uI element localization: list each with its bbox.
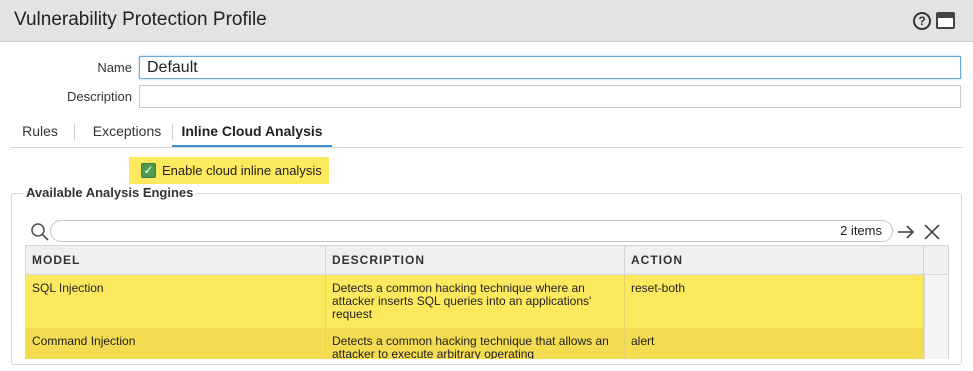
close-icon[interactable]: [922, 222, 942, 242]
arrow-right-icon[interactable]: [896, 222, 916, 242]
maximize-window-icon[interactable]: [936, 12, 955, 29]
search-input[interactable]: 2 items: [50, 220, 893, 242]
cell-model[interactable]: SQL Injection: [26, 275, 326, 328]
cell-description: Detects a common hacking technique where…: [326, 275, 625, 328]
cell-model[interactable]: Command Injection: [26, 328, 326, 359]
table-header: MODEL DESCRIPTION ACTION: [26, 246, 948, 275]
table-scrollbar-gutter[interactable]: [924, 275, 948, 359]
column-header-model[interactable]: MODEL: [26, 246, 326, 275]
cell-action[interactable]: alert: [625, 328, 924, 359]
dialog-title: Vulnerability Protection Profile: [14, 9, 267, 30]
tab-exceptions[interactable]: Exceptions: [82, 118, 172, 147]
table-row[interactable]: Command Injection Detects a common hacki…: [26, 328, 924, 359]
tab-bar: Rules Exceptions Inline Cloud Analysis: [10, 118, 963, 148]
column-header-description[interactable]: DESCRIPTION: [326, 246, 625, 275]
enable-cloud-analysis-checkbox[interactable]: ✓: [141, 163, 156, 178]
name-label: Name: [97, 60, 132, 75]
enable-cloud-analysis-row[interactable]: ✓ Enable cloud inline analysis: [129, 157, 329, 184]
engines-table: MODEL DESCRIPTION ACTION SQL Injection D…: [25, 245, 949, 359]
description-label: Description: [66, 89, 132, 104]
help-icon[interactable]: ?: [913, 12, 931, 30]
table-row[interactable]: SQL Injection Detects a common hacking t…: [26, 275, 924, 328]
items-count: 2 items: [840, 223, 882, 238]
tab-inline-cloud-analysis[interactable]: Inline Cloud Analysis: [172, 118, 332, 147]
name-input[interactable]: [139, 56, 961, 79]
description-input[interactable]: [139, 85, 961, 108]
search-icon: [31, 223, 49, 241]
enable-cloud-analysis-label: Enable cloud inline analysis: [162, 163, 322, 178]
title-bar: Vulnerability Protection Profile ?: [0, 0, 973, 42]
analysis-engines-legend: Available Analysis Engines: [24, 185, 196, 200]
tab-separator: [74, 124, 75, 140]
cell-action[interactable]: reset-both: [625, 275, 924, 328]
column-header-action[interactable]: ACTION: [625, 246, 924, 275]
cell-description: Detects a common hacking technique that …: [326, 328, 625, 359]
tab-rules[interactable]: Rules: [14, 118, 66, 147]
